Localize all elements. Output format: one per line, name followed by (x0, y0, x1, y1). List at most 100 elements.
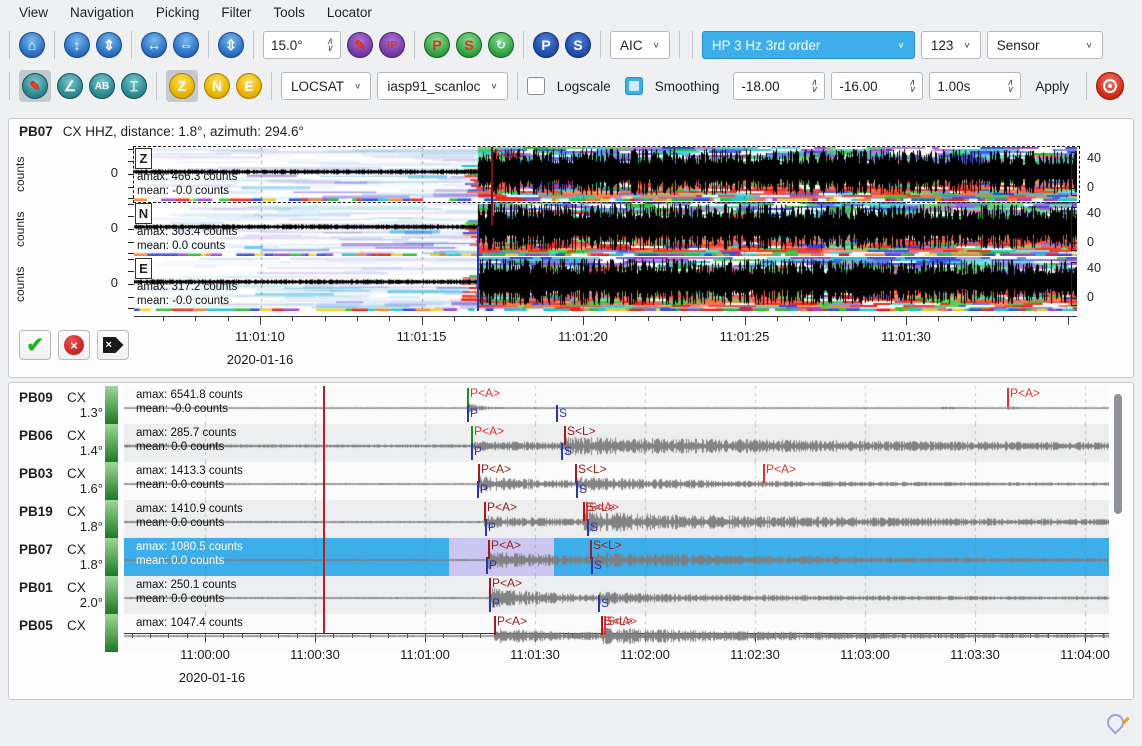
pick-marker-line[interactable] (556, 405, 558, 422)
fit-vertical-icon[interactable]: ⇕ (96, 32, 122, 58)
component-n-button[interactable]: N (204, 73, 230, 99)
menu-item-view[interactable]: View (8, 2, 59, 23)
trace-canvas[interactable] (124, 386, 1109, 424)
trace-area[interactable]: amax: 250.1 countsmean: 0.0 countsP<A>PS (124, 576, 1109, 614)
pick-marker-line[interactable] (561, 443, 563, 460)
station-row-pb09[interactable]: PB09CX1.3°amax: 6541.8 countsmean: -0.0 … (9, 386, 1133, 424)
skip-station-button[interactable]: × (97, 330, 129, 360)
angle-tool-icon[interactable]: ∠ (57, 73, 83, 99)
pick-marker-line[interactable] (601, 616, 603, 635)
trace-canvas[interactable] (124, 576, 1109, 614)
spinner-arrows-icon[interactable]: ∧∨ (326, 38, 333, 52)
separator (600, 31, 601, 59)
station-network: CX (67, 390, 86, 405)
pick-marker-line[interactable] (598, 595, 600, 612)
rotation-select[interactable]: 123∨ (921, 31, 981, 59)
spinner-arrows-icon[interactable]: ∧∨ (1007, 79, 1014, 93)
pick-marker-line[interactable] (1007, 388, 1009, 407)
trace-area[interactable]: amax: 1080.5 countsmean: 0.0 countsP<A>P… (124, 538, 1109, 576)
pick-marker-line[interactable] (488, 540, 490, 559)
component-e-button[interactable]: E (236, 73, 262, 99)
menu-item-picking[interactable]: Picking (145, 2, 211, 23)
menu-item-navigation[interactable]: Navigation (59, 2, 145, 23)
spinner-arrows-icon[interactable]: ∧∨ (909, 79, 916, 93)
component-z-button[interactable]: Z (169, 73, 195, 99)
picker-algorithm-select[interactable]: AIC∨ (610, 31, 670, 59)
confirm-pick-button[interactable]: ✔ (19, 330, 51, 360)
pick-marker-label: S (601, 596, 609, 610)
relocate-target-icon[interactable] (1096, 72, 1124, 100)
pick-marker-line[interactable] (576, 481, 578, 498)
menu-item-locator[interactable]: Locator (316, 2, 383, 23)
locator-profile-select[interactable]: iasp91_scanloc∨ (377, 72, 507, 100)
pick-marker-line[interactable] (604, 616, 606, 635)
pick-marker-line[interactable] (489, 595, 491, 612)
spinner-arrows-icon[interactable]: ∧∨ (811, 79, 818, 93)
spectrogram-canvas-z[interactable] (134, 147, 1077, 201)
amax-label: amax: 6541.8 counts (136, 389, 243, 401)
rename-tool-icon[interactable]: AB (89, 73, 115, 99)
logscale-checkbox[interactable] (527, 77, 545, 95)
chevron-down-icon: ∨ (963, 41, 970, 50)
trace-area[interactable]: amax: 1047.4 countsP<A>S<L>S<A> (124, 614, 1109, 652)
apply-button[interactable]: Apply (1027, 75, 1077, 98)
station-row-pb07[interactable]: PB07CX1.8°amax: 1080.5 countsmean: 0.0 c… (9, 538, 1133, 576)
time-window-spinner[interactable]: 1.00s ∧∨ (929, 72, 1021, 100)
trace-canvas[interactable] (124, 424, 1109, 462)
trace-canvas[interactable] (124, 462, 1109, 500)
smoothing-checkbox[interactable] (625, 77, 643, 95)
time-label: 11:01:25 (708, 329, 782, 344)
repick-icon[interactable]: !P (379, 32, 405, 58)
spectrogram-canvas-e[interactable] (134, 257, 1077, 311)
zoom-pick-marker-line[interactable] (491, 147, 493, 226)
spectrogram-canvas-n[interactable] (134, 202, 1077, 256)
pick-marker-line[interactable] (485, 519, 487, 536)
pick-marker-line[interactable] (494, 616, 496, 635)
amplitude-tool-icon[interactable]: ⌶ (121, 73, 147, 99)
spectrum-max-spinner[interactable]: -16.00 ∧∨ (831, 72, 923, 100)
spectrogram-pencil-icon[interactable]: ✎ (22, 73, 48, 99)
station-row-pb06[interactable]: PB06CX1.4°amax: 285.7 countsmean: 0.0 co… (9, 424, 1133, 462)
pick-marker-line[interactable] (587, 519, 589, 536)
vertical-scrollbar[interactable] (1114, 394, 1122, 514)
station-row-pb01[interactable]: PB01CX2.0°amax: 250.1 countsmean: 0.0 co… (9, 576, 1133, 614)
station-row-pb03[interactable]: PB03CX1.6°amax: 1413.3 countsmean: 0.0 c… (9, 462, 1133, 500)
home-icon[interactable]: ⌂ (19, 32, 45, 58)
reset-zoom-icon[interactable]: ⇳ (218, 32, 244, 58)
messaging-connection-icon[interactable] (1103, 710, 1127, 734)
pick-marker-line[interactable] (583, 502, 585, 521)
pick-pencil-icon[interactable]: ✎ (347, 32, 373, 58)
pick-marker-line[interactable] (471, 443, 473, 460)
trace-area[interactable]: amax: 285.7 countsmean: 0.0 countsP<A>PS… (124, 424, 1109, 462)
uncertainty-s-icon[interactable]: S~ (565, 32, 591, 58)
unit-select[interactable]: Sensor∨ (987, 31, 1103, 59)
pick-marker-line[interactable] (467, 405, 469, 422)
fit-horizontal-icon[interactable]: ⇔ (173, 32, 199, 58)
trace-area[interactable]: amax: 1410.9 countsmean: 0.0 countsP<A>P… (124, 500, 1109, 538)
expand-horizontal-icon[interactable]: ↔ (141, 32, 167, 58)
menu-item-tools[interactable]: Tools (262, 2, 316, 23)
separator (679, 31, 680, 59)
station-row-pb05[interactable]: PB05CXamax: 1047.4 countsP<A>S<L>S<A> (9, 614, 1133, 652)
pick-tool-icon[interactable]: ↻ (488, 32, 514, 58)
pick-marker-line[interactable] (564, 426, 566, 445)
pick-marker-line[interactable] (763, 464, 765, 483)
separator (1086, 72, 1087, 100)
menu-item-filter[interactable]: Filter (210, 2, 262, 23)
zoom-angle-spinner[interactable]: 15.0° ∧∨ (263, 31, 341, 59)
pick-p-icon[interactable]: P (424, 32, 450, 58)
trace-area[interactable]: amax: 1413.3 countsmean: 0.0 countsP<A>P… (124, 462, 1109, 500)
pick-marker-line[interactable] (591, 557, 593, 574)
locator-select[interactable]: LOCSAT∨ (281, 72, 371, 100)
expand-vertical-icon[interactable]: ↕ (64, 32, 90, 58)
pick-s-icon[interactable]: S (456, 32, 482, 58)
station-row-pb19[interactable]: PB19CX1.8°amax: 1410.9 countsmean: 0.0 c… (9, 500, 1133, 538)
uncertainty-p-icon[interactable]: P~ (533, 32, 559, 58)
pick-marker-line[interactable] (477, 481, 479, 498)
reject-pick-button[interactable]: × (58, 330, 90, 360)
filter-select[interactable]: HP 3 Hz 3rd order∨ (702, 31, 915, 59)
zoom-pick-marker-line[interactable] (477, 226, 479, 311)
trace-area[interactable]: amax: 6541.8 countsmean: -0.0 countsP<A>… (124, 386, 1109, 424)
spectrum-min-spinner[interactable]: -18.00 ∧∨ (733, 72, 825, 100)
pick-marker-line[interactable] (486, 557, 488, 574)
